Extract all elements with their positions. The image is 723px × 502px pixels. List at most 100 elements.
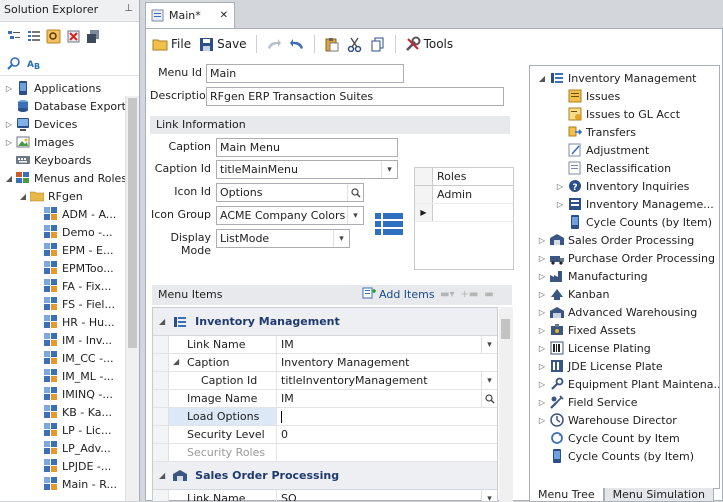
search-icon[interactable] [347,184,363,201]
chevron-down-icon[interactable]: ▾ [481,336,497,353]
explorer-tree-item[interactable]: ▷ Devices [0,115,139,133]
menu-tree-item[interactable]: ▷ JDE License Plate [530,357,719,375]
expand-arrow-icon[interactable]: ▷ [536,344,548,353]
property-value-cell[interactable] [277,408,497,425]
tab-menu-tree[interactable]: Menu Tree [529,488,604,502]
grid-scrollbar[interactable] [499,307,513,502]
menu-tree-item[interactable]: ▷ Equipment Plant Maintena... [530,375,719,393]
property-value-cell[interactable]: SO ▾ [277,490,497,501]
grid-group-header[interactable]: ◢ Sales Order Processing [153,462,497,490]
copy-button[interactable] [368,36,388,52]
explorer-tree-item[interactable]: IMINQ -... [0,385,139,403]
explorer-tree-item[interactable]: ◢ Menus and Roles [0,169,139,187]
expand-arrow-icon[interactable]: ▷ [536,254,548,263]
expand-arrow-icon[interactable]: ▷ [536,362,548,371]
search-icon[interactable] [6,55,21,70]
explorer-tree-item[interactable]: Main - R... [0,475,139,493]
menu-tree-item[interactable]: Issues [530,87,719,105]
display-mode-select[interactable]: ListMode ▾ [216,229,350,248]
cut-button[interactable] [345,36,365,52]
find-icon[interactable] [46,29,61,44]
explorer-tree-item[interactable]: FS - Fiel... [0,295,139,313]
explorer-tree-item[interactable]: ▷ Applications [0,79,139,97]
explorer-tree-item[interactable]: LP_Adv... [0,439,139,457]
expand-arrow-icon[interactable]: ▷ [536,308,548,317]
collapse-arrow-icon[interactable]: ◢ [4,174,14,183]
remove-row-icon[interactable]: ▬ [484,289,493,300]
collapse-arrow-icon[interactable]: ◢ [159,471,165,480]
property-row[interactable]: Security Level 0 [153,426,497,444]
caption-field[interactable]: Main Menu [216,138,398,157]
property-row[interactable]: ◢ Caption Inventory Management [153,354,497,372]
tools-button[interactable]: Tools [403,36,456,52]
copy-window-icon[interactable] [86,29,101,44]
expand-arrow-icon[interactable]: ▷ [4,138,14,147]
list-mode-icon[interactable] [375,213,403,241]
menu-tree-item[interactable]: ▷ Kanban [530,285,719,303]
menu-tree-item[interactable]: Transfers [530,123,719,141]
explorer-tree-item[interactable]: Demo -... [0,223,139,241]
menu-tree-item[interactable]: ▷? Inventory Inquiries [530,177,719,195]
explorer-scroll-thumb[interactable] [128,98,137,348]
collapse-arrow-icon[interactable]: ◢ [18,192,28,201]
menu-tree-item[interactable]: ▷ Inventory Manageme... [530,195,719,213]
explorer-tree-item[interactable]: EPMToo... [0,259,139,277]
property-row[interactable]: Security Roles [153,444,497,462]
search-icon[interactable] [481,390,497,407]
role-cell[interactable]: Admin [433,186,476,203]
collapse-arrow-icon[interactable]: ◢ [159,317,165,326]
explorer-tree-item[interactable]: ▷ Images [0,133,139,151]
explorer-tree-item[interactable]: IM - Inv... [0,331,139,349]
explorer-tree-item[interactable]: IM_CC -... [0,349,139,367]
tab-menu-simulation[interactable]: Menu Simulation [603,488,714,502]
menu-tree-item[interactable]: Reclassification [530,159,719,177]
list-view-icon[interactable] [26,29,41,44]
sort-icon[interactable]: AB [27,55,42,70]
caption-id-select[interactable]: titleMainMenu ▾ [216,160,398,179]
expand-arrow-icon[interactable]: ▷ [536,290,548,299]
menu-tree-item[interactable]: ▷ Warehouse Director [530,411,719,429]
add-items-button[interactable]: Add Items [362,287,435,302]
chevron-down-icon[interactable]: ▾ [381,161,397,178]
file-button[interactable]: File [150,36,193,52]
property-row[interactable]: Caption Id titleInventoryManagement ▾ [153,372,497,390]
grid-group-header[interactable]: ◢ Inventory Management [153,308,497,336]
explorer-tree-item[interactable]: HR - Hu... [0,313,139,331]
menu-tree-item[interactable]: ▷ Sales Order Processing [530,231,719,249]
chevron-down-icon[interactable]: ▾ [333,230,349,247]
explorer-scrollbar[interactable] [125,96,139,501]
explorer-tree-item[interactable]: KB - Ka... [0,403,139,421]
property-value-cell[interactable]: titleInventoryManagement ▾ [277,372,497,389]
table-row-new[interactable]: ▶ [415,204,513,222]
expand-arrow-icon[interactable]: ▷ [536,416,548,425]
menu-tree-item[interactable]: Issues to GL Acct [530,105,719,123]
explorer-tree-item[interactable]: ADM - A... [0,205,139,223]
expand-arrow-icon[interactable]: ▷ [554,182,566,191]
explorer-tree-item[interactable]: IM_ML -... [0,367,139,385]
property-value-cell[interactable]: 0 [277,426,497,443]
undo-button[interactable] [287,36,307,52]
property-value-cell[interactable]: IM [277,390,497,407]
menu-tree-item[interactable]: ▷ Advanced Warehousing [530,303,719,321]
chevron-down-icon[interactable]: ▾ [481,372,497,389]
table-row[interactable]: Admin [415,186,513,204]
menu-tree-item[interactable]: ▷ Field Service [530,393,719,411]
explorer-tree-item[interactable]: ◢ RFgen [0,187,139,205]
tree-view-icon[interactable] [6,29,21,44]
pin-icon[interactable]: ⊥ [124,3,133,14]
expand-arrow-icon[interactable]: ▷ [536,236,548,245]
save-button[interactable]: Save [196,36,248,52]
property-row[interactable]: Link Name IM ▾ [153,336,497,354]
description-field[interactable]: RFgen ERP Transaction Suites [206,87,504,106]
property-value-cell[interactable]: Inventory Management [277,354,497,371]
expand-arrow-icon[interactable]: ▷ [536,380,548,389]
expand-arrow-icon[interactable]: ▷ [536,272,548,281]
expand-arrow-icon[interactable]: ▷ [554,200,566,209]
delete-icon[interactable] [66,29,81,44]
explorer-tree-item[interactable]: Database Exports [0,97,139,115]
menu-id-field[interactable]: Main [206,64,404,83]
menu-tree-item[interactable]: ▷ License Plating [530,339,719,357]
explorer-tree-item[interactable]: EPM - E... [0,241,139,259]
tab-main[interactable]: Main* ✕ [145,2,235,28]
menu-tree-item[interactable]: ◢ Inventory Management [530,69,719,87]
